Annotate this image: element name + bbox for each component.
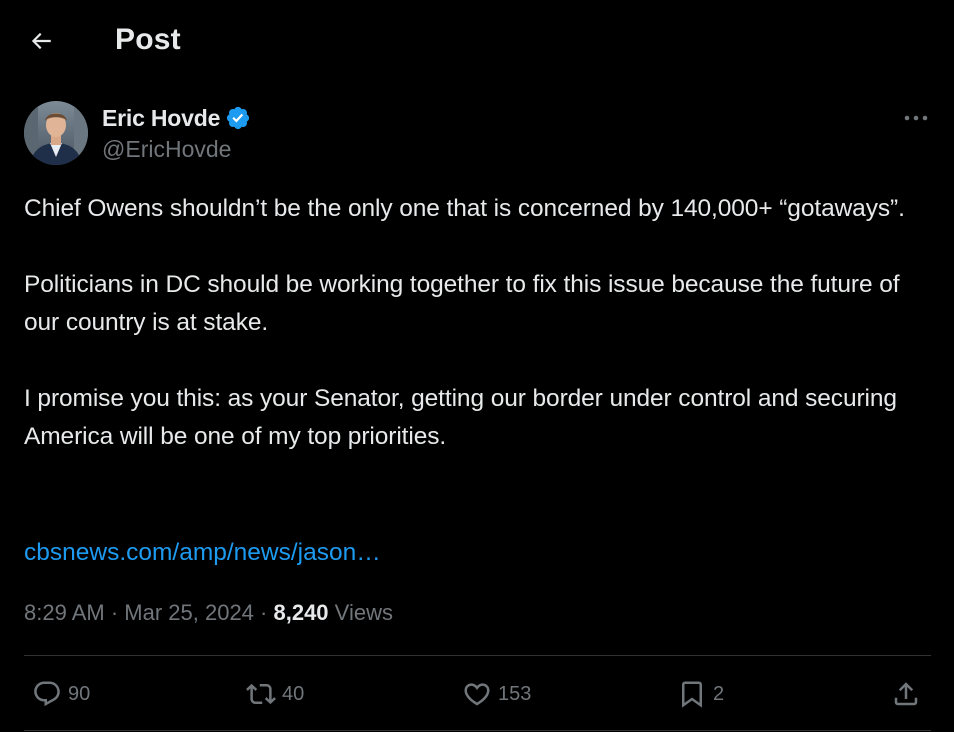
- bookmark-icon: [677, 679, 707, 709]
- post-metadata: 8:29 AM · Mar 25, 2024 · 8,240 Views: [24, 597, 393, 629]
- views-label: Views: [334, 600, 393, 625]
- bookmark-count: 2: [713, 682, 725, 705]
- action-bar: 90 40 153 2: [0, 674, 954, 714]
- share-icon: [891, 679, 921, 709]
- views-count[interactable]: 8,240: [273, 600, 328, 625]
- post-paragraph: Chief Owens shouldn’t be the only one th…: [24, 195, 905, 222]
- bookmark-button[interactable]: 2: [677, 674, 724, 714]
- arrow-left-icon: [31, 32, 51, 50]
- repost-count: 40: [282, 682, 305, 705]
- more-dots-icon: [904, 115, 928, 121]
- more-options-button[interactable]: [898, 104, 934, 132]
- author-display-name: Eric Hovde: [102, 105, 221, 131]
- reply-icon: [32, 679, 62, 709]
- avatar[interactable]: [24, 101, 88, 165]
- heart-icon: [462, 679, 492, 709]
- reply-button[interactable]: 90: [32, 674, 90, 714]
- reply-count: 90: [68, 682, 91, 705]
- author-handle[interactable]: @EricHovde: [102, 134, 231, 164]
- post-text: Chief Owens shouldn’t be the only one th…: [24, 190, 939, 456]
- post-paragraph: I promise you this: as your Senator, get…: [24, 385, 897, 450]
- divider: [24, 730, 931, 731]
- page-header: Post: [0, 0, 954, 80]
- avatar-photo: [24, 101, 88, 165]
- verified-badge-icon: [225, 105, 251, 131]
- author-name-row[interactable]: Eric Hovde: [102, 101, 251, 135]
- back-button[interactable]: [22, 22, 60, 60]
- like-button[interactable]: 153: [462, 674, 531, 714]
- repost-button[interactable]: 40: [246, 674, 304, 714]
- like-count: 153: [498, 682, 532, 705]
- post-paragraph: Politicians in DC should be working toge…: [24, 271, 900, 336]
- repost-icon: [246, 679, 276, 709]
- divider: [24, 655, 931, 656]
- meta-separator: ·: [253, 600, 274, 625]
- page-title: Post: [115, 23, 181, 56]
- meta-separator: ·: [104, 600, 125, 625]
- post-time[interactable]: 8:29 AM: [24, 600, 105, 625]
- post-date[interactable]: Mar 25, 2024: [124, 600, 254, 625]
- share-button[interactable]: [891, 674, 921, 714]
- post-link[interactable]: cbsnews.com/amp/news/jason…: [24, 534, 381, 572]
